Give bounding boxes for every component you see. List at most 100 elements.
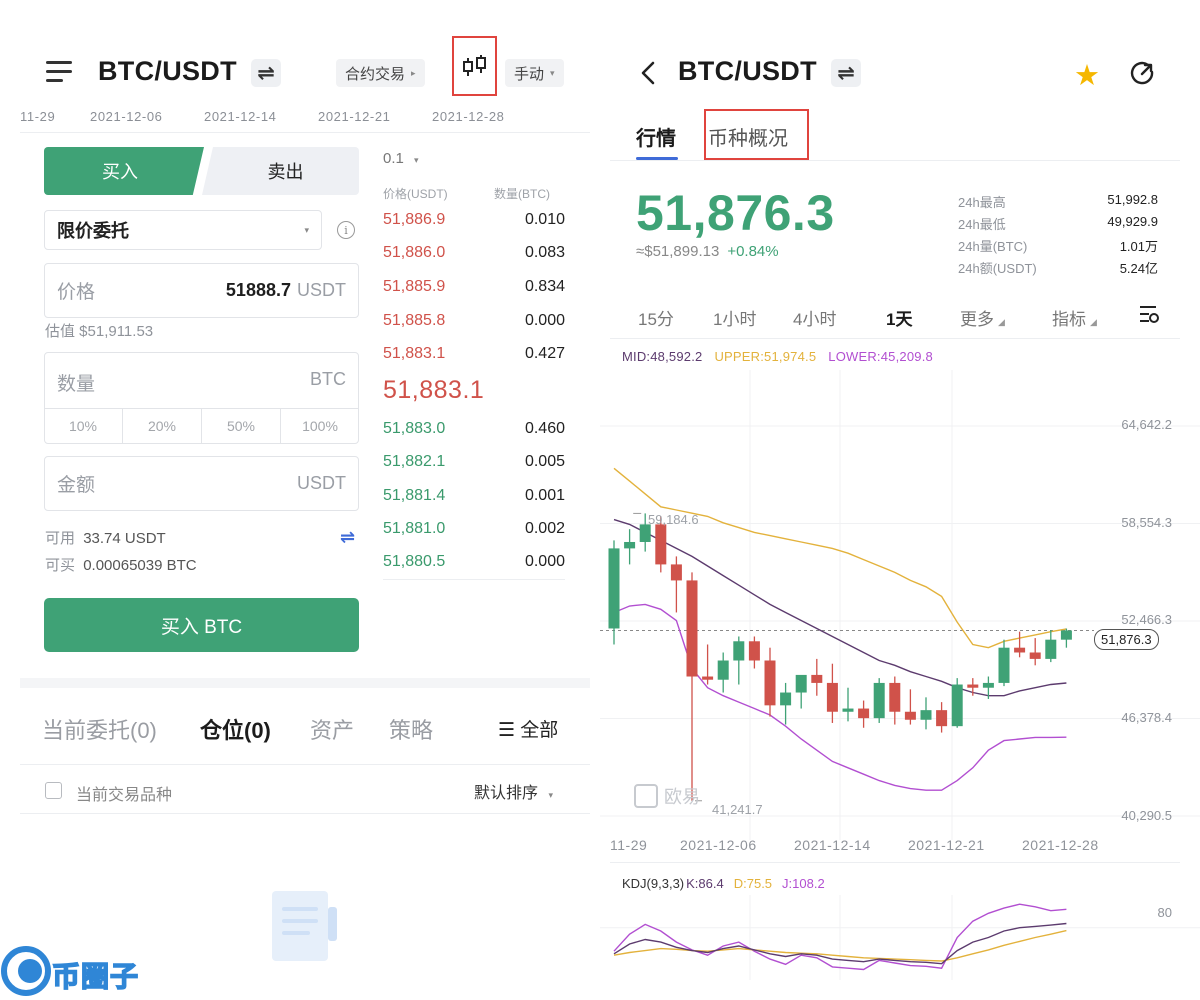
- amount-label: 金额: [57, 475, 96, 496]
- mode-label: 手动: [514, 65, 545, 83]
- kdj-k: K:86.4: [686, 876, 724, 891]
- swap-pair-icon[interactable]: ⇌: [251, 59, 281, 87]
- spot-trading-screen: BTC/USDT ⇌ 合约交易 ▸ 手动 ▾ 11-29 2021-12-06 …: [0, 0, 600, 1000]
- candle-body: [686, 580, 698, 677]
- kline-chart-button[interactable]: [452, 36, 497, 96]
- sort-label: 默认排序: [474, 785, 539, 802]
- candle-body: [795, 674, 807, 693]
- max-price-label: 59,184.6: [648, 512, 699, 527]
- buy-btc-button[interactable]: 买入 BTC: [44, 598, 359, 652]
- watermark-text: 欧易: [664, 787, 700, 807]
- sell-tab[interactable]: 卖出: [202, 147, 359, 195]
- all-filter-button[interactable]: ☰ 全部: [498, 715, 558, 742]
- pair-title[interactable]: BTC/USDT: [98, 56, 237, 87]
- divider: [20, 132, 590, 133]
- stat-volume: 24h量(BTC) 1.01万: [958, 236, 1158, 255]
- period-1h[interactable]: 1小时: [713, 305, 756, 330]
- indicators-dropdown[interactable]: 指标 ◢: [1052, 305, 1097, 330]
- chart-settings-icon[interactable]: [1138, 304, 1160, 324]
- more-periods-dropdown[interactable]: 更多 ◢: [960, 305, 1005, 330]
- highlight-box: [704, 109, 809, 160]
- favorite-star-icon[interactable]: ★: [1074, 58, 1100, 93]
- date-label: 11-29: [20, 109, 56, 124]
- ask-row[interactable]: 51,886.0 0.083: [383, 244, 565, 266]
- candle-body: [873, 682, 885, 719]
- tab-market[interactable]: 行情: [636, 122, 676, 151]
- bid-row[interactable]: 51,883.0 0.460: [383, 420, 565, 442]
- period-15m[interactable]: 15分: [638, 305, 674, 330]
- candle-body: [670, 564, 682, 581]
- amount-field[interactable]: 金额 USDT: [44, 456, 359, 511]
- price-unit: USDT: [297, 280, 346, 300]
- pair-title[interactable]: BTC/USDT: [678, 56, 817, 87]
- price-field[interactable]: 价格 51888.7 USDT: [44, 263, 359, 318]
- bid-row[interactable]: 51,881.4 0.001: [383, 487, 565, 509]
- contract-trade-label: 合约交易: [345, 65, 406, 83]
- stat-turnover: 24h额(USDT) 5.24亿: [958, 258, 1158, 277]
- caret-icon: ◢: [998, 317, 1005, 327]
- okx-watermark: 欧易: [634, 783, 700, 809]
- ask-row[interactable]: 51,885.8 0.000: [383, 312, 565, 334]
- ask-qty: 0.000: [524, 312, 565, 329]
- percent-button[interactable]: 10%: [44, 409, 123, 443]
- ask-row[interactable]: 51,886.9 0.010: [383, 211, 565, 233]
- tab-strategy[interactable]: 策略: [389, 713, 433, 745]
- period-4h[interactable]: 4小时: [793, 305, 836, 330]
- candle-body: [780, 692, 792, 706]
- tab-assets[interactable]: 资产: [310, 713, 354, 745]
- period-1d[interactable]: 1天: [886, 305, 912, 330]
- ask-price: 51,883.1: [383, 345, 446, 362]
- current-pair-checkbox[interactable]: [45, 782, 62, 799]
- current-pair-label: 当前交易品种: [76, 787, 173, 804]
- candle-body: [842, 708, 854, 712]
- ask-price: 51,885.9: [383, 278, 446, 295]
- info-icon[interactable]: i: [337, 221, 355, 239]
- contract-trade-button[interactable]: 合约交易 ▸: [336, 59, 425, 87]
- buy-tab[interactable]: 买入: [44, 147, 204, 195]
- order-type-select[interactable]: 限价委托 ▾: [44, 210, 322, 250]
- candlestick-chart[interactable]: [600, 370, 1200, 840]
- bid-qty: 0.000: [524, 553, 565, 570]
- bid-qty: 0.460: [524, 420, 565, 437]
- available-balance: 可用 33.74 USDT: [45, 527, 166, 548]
- stat-low: 24h最低 49,929.9: [958, 214, 1158, 233]
- percent-selector: 10% 20% 50% 100%: [44, 408, 359, 443]
- orderbook-qty-header: 数量(BTC): [494, 187, 550, 201]
- candle-body: [1029, 652, 1041, 659]
- transfer-icon[interactable]: ⇌: [340, 527, 355, 548]
- candle-body: [920, 710, 932, 720]
- mode-dropdown[interactable]: 手动 ▾: [505, 59, 564, 87]
- stat-value: 5.24亿: [1119, 261, 1158, 276]
- tab-positions[interactable]: 仓位(0): [200, 713, 271, 745]
- ask-qty: 0.010: [524, 211, 565, 228]
- swap-pair-icon[interactable]: ⇌: [831, 59, 861, 87]
- x-tick: 2021-12-21: [908, 837, 985, 853]
- buyable-amount: 可买 0.00065039 BTC: [45, 554, 197, 575]
- depth-step-value: 0.1: [383, 150, 404, 167]
- share-icon[interactable]: [1128, 59, 1156, 87]
- back-icon[interactable]: [640, 60, 656, 86]
- percent-button[interactable]: 100%: [281, 409, 359, 443]
- sort-dropdown[interactable]: 默认排序 ▾: [474, 779, 553, 803]
- divider: [20, 764, 590, 765]
- bid-row[interactable]: 51,880.5 0.000: [383, 553, 565, 575]
- ask-row[interactable]: 51,885.9 0.834: [383, 278, 565, 300]
- stat-label: 24h最高: [958, 195, 1006, 210]
- percent-button[interactable]: 20%: [123, 409, 202, 443]
- tab-open-orders[interactable]: 当前委托(0): [42, 713, 157, 745]
- candle-body: [1045, 639, 1057, 659]
- menu-icon[interactable]: [46, 61, 72, 83]
- depth-step-dropdown[interactable]: 0.1 ▾: [383, 150, 419, 167]
- bid-price: 51,881.0: [383, 520, 446, 537]
- ask-row[interactable]: 51,883.1 0.427: [383, 345, 565, 367]
- bid-row[interactable]: 51,881.0 0.002: [383, 520, 565, 542]
- stat-label: 24h最低: [958, 217, 1006, 232]
- market-detail-screen: BTC/USDT ⇌ ★ 行情 币种概况 51,876.3 ≈$51,899.1…: [600, 0, 1200, 1000]
- candle-body: [889, 682, 901, 712]
- bid-price: 51,881.4: [383, 487, 446, 504]
- percent-button[interactable]: 50%: [202, 409, 281, 443]
- bid-row[interactable]: 51,882.1 0.005: [383, 453, 565, 475]
- stat-label: 24h额(USDT): [958, 261, 1037, 276]
- available-value: 33.74 USDT: [83, 530, 166, 547]
- candle-body: [967, 684, 979, 688]
